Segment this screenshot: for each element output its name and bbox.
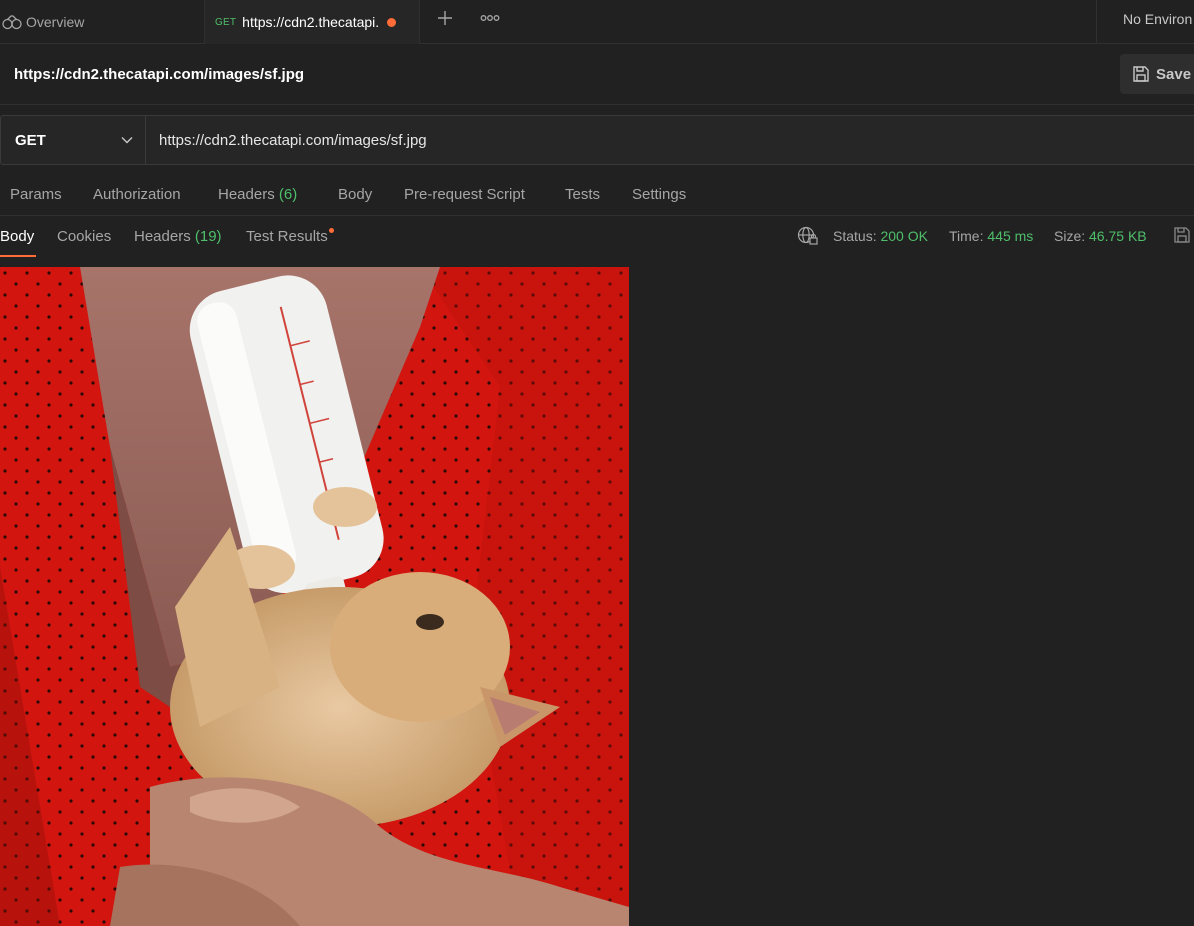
size-readout[interactable]: Size: 46.75 KB — [1054, 228, 1147, 244]
status-label: Status: — [833, 228, 877, 244]
tab-headers[interactable]: Headers (6) — [218, 186, 297, 203]
response-tab-body[interactable]: Body — [0, 228, 34, 245]
plus-icon — [438, 11, 452, 25]
status-readout: Status: 200 OK — [833, 228, 928, 244]
globe-lock-icon[interactable] — [797, 226, 819, 246]
more-tabs-button[interactable] — [478, 6, 502, 30]
tab-headers-count: (6) — [278, 186, 298, 203]
kitten-photo — [0, 267, 629, 926]
response-tab-cookies[interactable]: Cookies — [57, 228, 111, 245]
tab-overview[interactable]: Overview — [0, 0, 205, 44]
response-headers-label: Headers — [134, 228, 191, 245]
tab-authorization[interactable]: Authorization — [93, 186, 181, 203]
environment-selector[interactable]: No Environ — [1123, 11, 1192, 27]
test-results-label: Test Results — [246, 228, 328, 245]
active-tab-indicator — [0, 255, 36, 257]
response-image — [0, 267, 629, 926]
response-tab-test-results[interactable]: Test Results — [246, 228, 334, 245]
tab-prerequest-script[interactable]: Pre-request Script — [404, 186, 525, 203]
save-button[interactable]: Save — [1120, 54, 1194, 94]
tab-params[interactable]: Params — [10, 186, 62, 203]
time-readout[interactable]: Time: 445 ms — [949, 228, 1033, 244]
url-input[interactable]: https://cdn2.thecatapi.com/images/sf.jpg — [146, 116, 1194, 164]
tab-method-badge: GET — [215, 16, 237, 28]
size-value: 46.75 KB — [1089, 228, 1147, 244]
save-icon — [1133, 66, 1149, 82]
method-select[interactable]: GET — [1, 116, 146, 164]
tab-request-label: https://cdn2.thecatapi. — [242, 14, 380, 30]
tab-settings[interactable]: Settings — [632, 186, 686, 203]
tab-strip: Overview GET https://cdn2.thecatapi. No … — [0, 0, 1194, 44]
tab-headers-label: Headers — [218, 186, 275, 203]
request-title[interactable]: https://cdn2.thecatapi.com/images/sf.jpg — [14, 66, 304, 83]
new-tab-button[interactable] — [433, 6, 457, 30]
tab-request-active[interactable]: GET https://cdn2.thecatapi. — [205, 0, 420, 44]
test-results-dot-icon — [328, 228, 334, 233]
response-tabs: Body Cookies Headers (19) Test Results S… — [0, 216, 1194, 266]
tab-overview-label: Overview — [26, 14, 85, 30]
save-button-label: Save — [1156, 65, 1192, 83]
request-tabs: Params Authorization Headers (6) Body Pr… — [0, 165, 1194, 216]
size-label: Size: — [1054, 228, 1086, 244]
unsaved-dot-icon — [387, 17, 397, 27]
time-label: Time: — [949, 228, 984, 244]
status-value: 200 OK — [880, 228, 928, 244]
request-header: https://cdn2.thecatapi.com/images/sf.jpg… — [0, 44, 1194, 105]
save-response-icon[interactable] — [1173, 226, 1191, 244]
response-tab-headers[interactable]: Headers (19) — [134, 228, 222, 245]
response-headers-count: (19) — [194, 228, 222, 245]
tab-tests[interactable]: Tests — [565, 186, 600, 203]
url-bar: GET https://cdn2.thecatapi.com/images/sf… — [0, 115, 1194, 165]
method-value: GET — [15, 131, 46, 149]
time-value: 445 ms — [987, 228, 1034, 244]
env-divider — [1096, 0, 1097, 44]
tab-body[interactable]: Body — [338, 186, 372, 203]
more-icon — [480, 15, 500, 21]
chevron-down-icon — [121, 137, 133, 144]
overview-icon — [2, 15, 22, 30]
